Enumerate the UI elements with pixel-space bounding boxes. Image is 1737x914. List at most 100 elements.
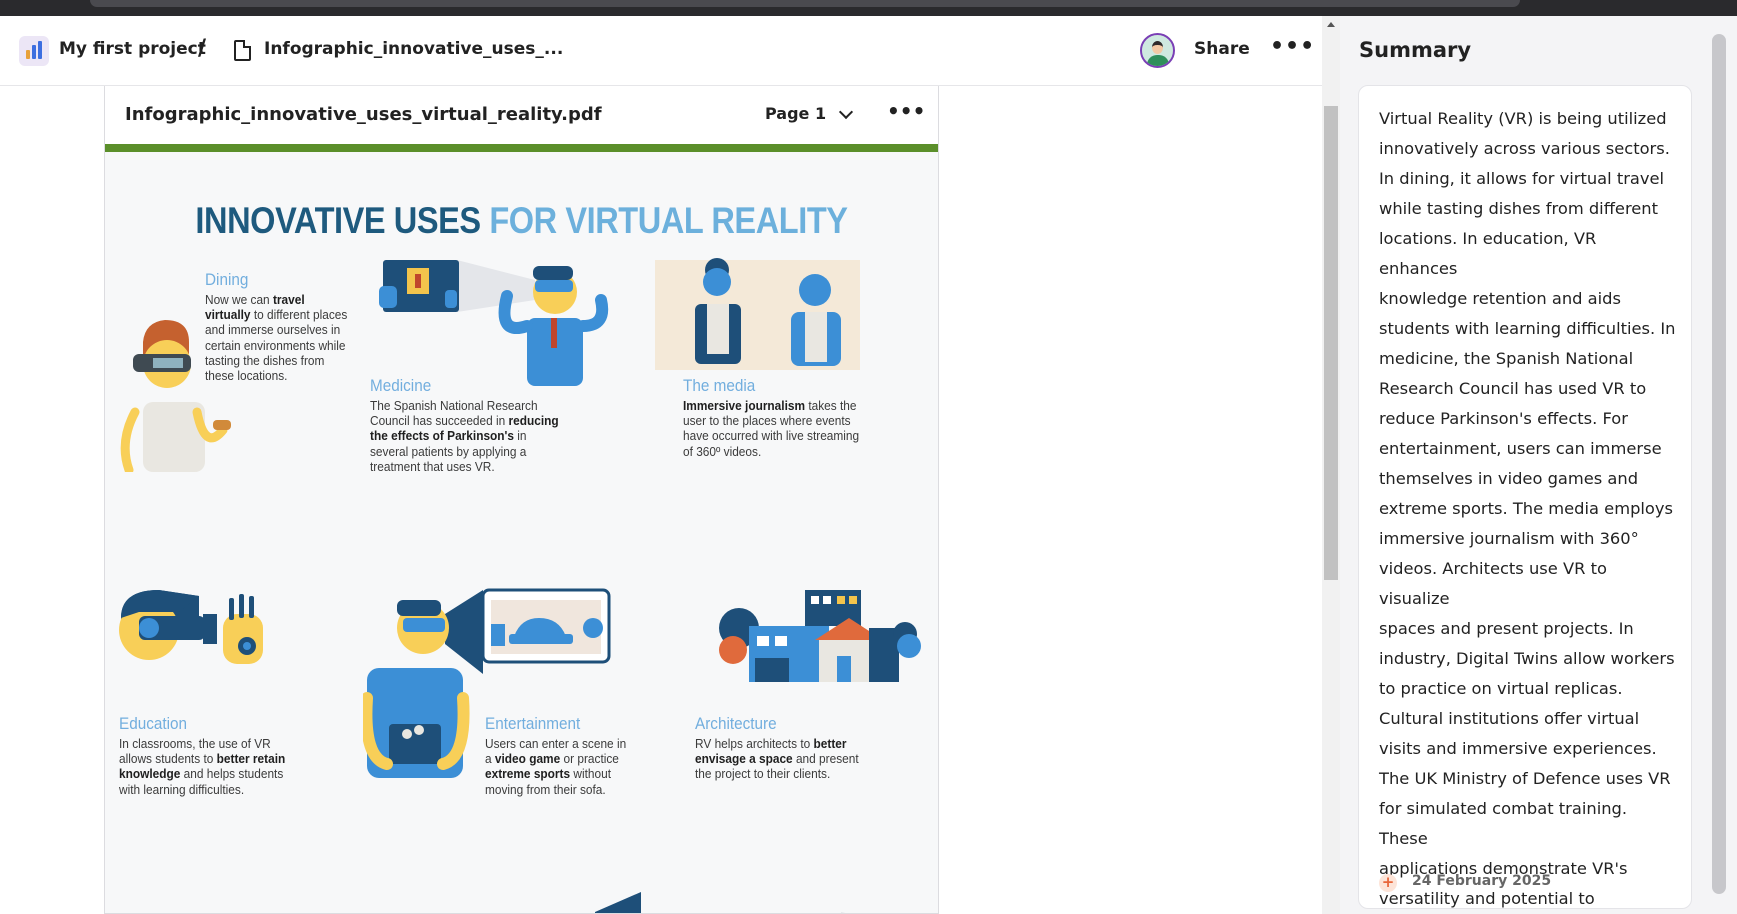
medicine-text: The Spanish National Research Council ha… (370, 398, 559, 474)
summary-line: Virtual Reality (VR) is being utilized (1379, 109, 1667, 128)
medicine-text-5: treatment that uses VR. (370, 458, 495, 474)
avatar[interactable] (1140, 33, 1175, 68)
dining-text-5: tasting the dishes from (205, 352, 325, 368)
summary-line: In dining, it allows for virtual travel (1379, 169, 1665, 188)
entertainment-text: Users can enter a scene in a video game … (485, 736, 626, 797)
infographic-title: INNOVATIVE USES FOR VIRTUAL REALITY (155, 200, 888, 242)
browser-tab-bar (90, 0, 1520, 7)
summary-line: videos. Architects use VR to visualize (1379, 559, 1607, 608)
title-light: FOR VIRTUAL REALITY (489, 200, 848, 241)
summary-line: Cultural institutions offer virtual (1379, 709, 1640, 728)
architecture-text: RV helps architects to better envisage a… (695, 736, 859, 782)
education-text-2a: allows students to (119, 751, 217, 767)
summary-scrollbar-thumb[interactable] (1712, 34, 1726, 894)
summary-scrollbar[interactable] (1712, 34, 1726, 894)
education-text-2b: better retain (216, 751, 286, 767)
education-text-4: with learning difficulties. (119, 781, 245, 797)
summary-line: immersive journalism with 360° (1379, 529, 1639, 548)
summary-text: Virtual Reality (VR) is being utilized in… (1379, 104, 1677, 914)
summary-line: knowledge retention and aids (1379, 289, 1621, 308)
education-text-3a: knowledge (119, 766, 181, 782)
medicine-text-4: several patients by applying a (370, 443, 527, 459)
summary-line: for simulated combat training. These (1379, 799, 1628, 848)
summary-line: while tasting dishes from different (1379, 199, 1658, 218)
dining-heading: Dining (205, 270, 249, 289)
entertainment-text-3a: extreme sports (485, 766, 571, 782)
browser-top-strip (0, 0, 1737, 16)
education-text: In classrooms, the use of VR allows stud… (119, 736, 285, 797)
summary-line: to practice on virtual replicas. (1379, 679, 1623, 698)
document-viewer: Infographic_innovative_uses_virtual_real… (104, 86, 939, 914)
sparkle-icon: + (1379, 874, 1397, 892)
summary-date: 24 February 2025 (1412, 873, 1552, 889)
media-text-1b: takes the (805, 398, 857, 413)
project-chart-icon[interactable] (19, 36, 49, 66)
architecture-illustration (719, 590, 921, 682)
entertainment-text-4: moving from their sofa. (485, 781, 606, 797)
summary-line: themselves in video games and (1379, 469, 1639, 488)
breadcrumb-separator: / (198, 36, 207, 61)
document-toolbar: Infographic_innovative_uses_virtual_real… (105, 86, 938, 144)
dining-text-1a: Now we can (205, 292, 273, 307)
entertainment-text-2c: or practice (560, 751, 619, 767)
entertainment-text-2b: video game (494, 751, 561, 767)
summary-panel: Summary Virtual Reality (VR) is being ut… (1340, 16, 1737, 914)
medicine-text-3b: in (513, 428, 527, 444)
education-heading: Education (119, 714, 188, 733)
summary-line: The UK Ministry of Defence uses VR (1379, 769, 1671, 788)
dining-text: Now we can travel virtually to different… (205, 292, 347, 383)
entertainment-text-2a: a (485, 751, 495, 767)
app-header: My first project / Infographic_innovativ… (0, 16, 1322, 86)
media-text: Immersive journalism takes the user to t… (683, 398, 859, 459)
more-icon[interactable]: ••• (1270, 34, 1315, 59)
architecture-text-2b: and present (792, 751, 859, 767)
summary-title: Summary (1359, 38, 1472, 62)
architecture-text-1b: better (813, 736, 847, 751)
page-selector[interactable]: Page 1 (765, 104, 826, 123)
summary-line: industry, Digital Twins allow workers (1379, 649, 1675, 668)
education-text-1: In classrooms, the use of VR (119, 736, 271, 751)
main-scrollbar-thumb[interactable] (1324, 106, 1338, 580)
summary-line: locations. In education, VR enhances (1379, 229, 1597, 278)
summary-line: medicine, the Spanish National (1379, 349, 1634, 368)
medicine-text-1: The Spanish National Research (370, 398, 538, 413)
architecture-text-2a: envisage a space (695, 751, 793, 767)
summary-line: entertainment, users can immerse (1379, 439, 1662, 458)
entertainment-text-3b: without (570, 766, 612, 782)
dining-text-3: and immerse ourselves in (205, 322, 341, 338)
media-text-4: of 360º videos. (683, 443, 762, 459)
pdf-page: INNOVATIVE USES FOR VIRTUAL REALITY Dini… (105, 152, 938, 913)
next-row-illustration (595, 892, 846, 913)
media-text-1a: Immersive journalism (683, 398, 806, 413)
media-illustration (655, 258, 860, 370)
accent-rule (105, 144, 938, 152)
summary-line: reduce Parkinson's effects. For (1379, 409, 1628, 428)
entertainment-heading: Entertainment (485, 714, 581, 733)
dining-text-2b: to different places (250, 307, 348, 323)
breadcrumb-file[interactable]: Infographic_innovative_uses_... (264, 39, 563, 59)
architecture-heading: Architecture (695, 714, 777, 733)
education-illustration (119, 590, 263, 664)
architecture-text-1a: RV helps architects to (695, 736, 814, 751)
file-icon (234, 40, 251, 61)
title-dark: INNOVATIVE USES (195, 200, 481, 241)
summary-line: visits and immersive experiences. (1379, 739, 1657, 758)
medicine-text-2b: reducing (508, 413, 559, 429)
breadcrumb-project[interactable]: My first project (59, 39, 206, 59)
summary-card: Virtual Reality (VR) is being utilized in… (1358, 85, 1692, 909)
medicine-heading: Medicine (370, 376, 432, 395)
dining-text-4: certain environments while (205, 337, 346, 353)
main-scrollbar[interactable] (1322, 16, 1340, 914)
document-more-icon[interactable]: ••• (887, 99, 925, 123)
education-text-3b: and helps students (180, 766, 284, 782)
medicine-text-3a: the effects of Parkinson's (370, 428, 514, 444)
summary-line: students with learning difficulties. In (1379, 319, 1676, 338)
scroll-up-icon[interactable] (1327, 22, 1335, 27)
share-button[interactable]: Share (1194, 39, 1250, 59)
entertainment-text-1: Users can enter a scene in (485, 736, 627, 751)
summary-line: Research Council has used VR to (1379, 379, 1647, 398)
media-text-2: user to the places where events (683, 413, 851, 429)
medicine-illustration (379, 260, 609, 386)
chevron-down-icon[interactable] (838, 104, 854, 120)
media-heading: The media (683, 376, 756, 395)
